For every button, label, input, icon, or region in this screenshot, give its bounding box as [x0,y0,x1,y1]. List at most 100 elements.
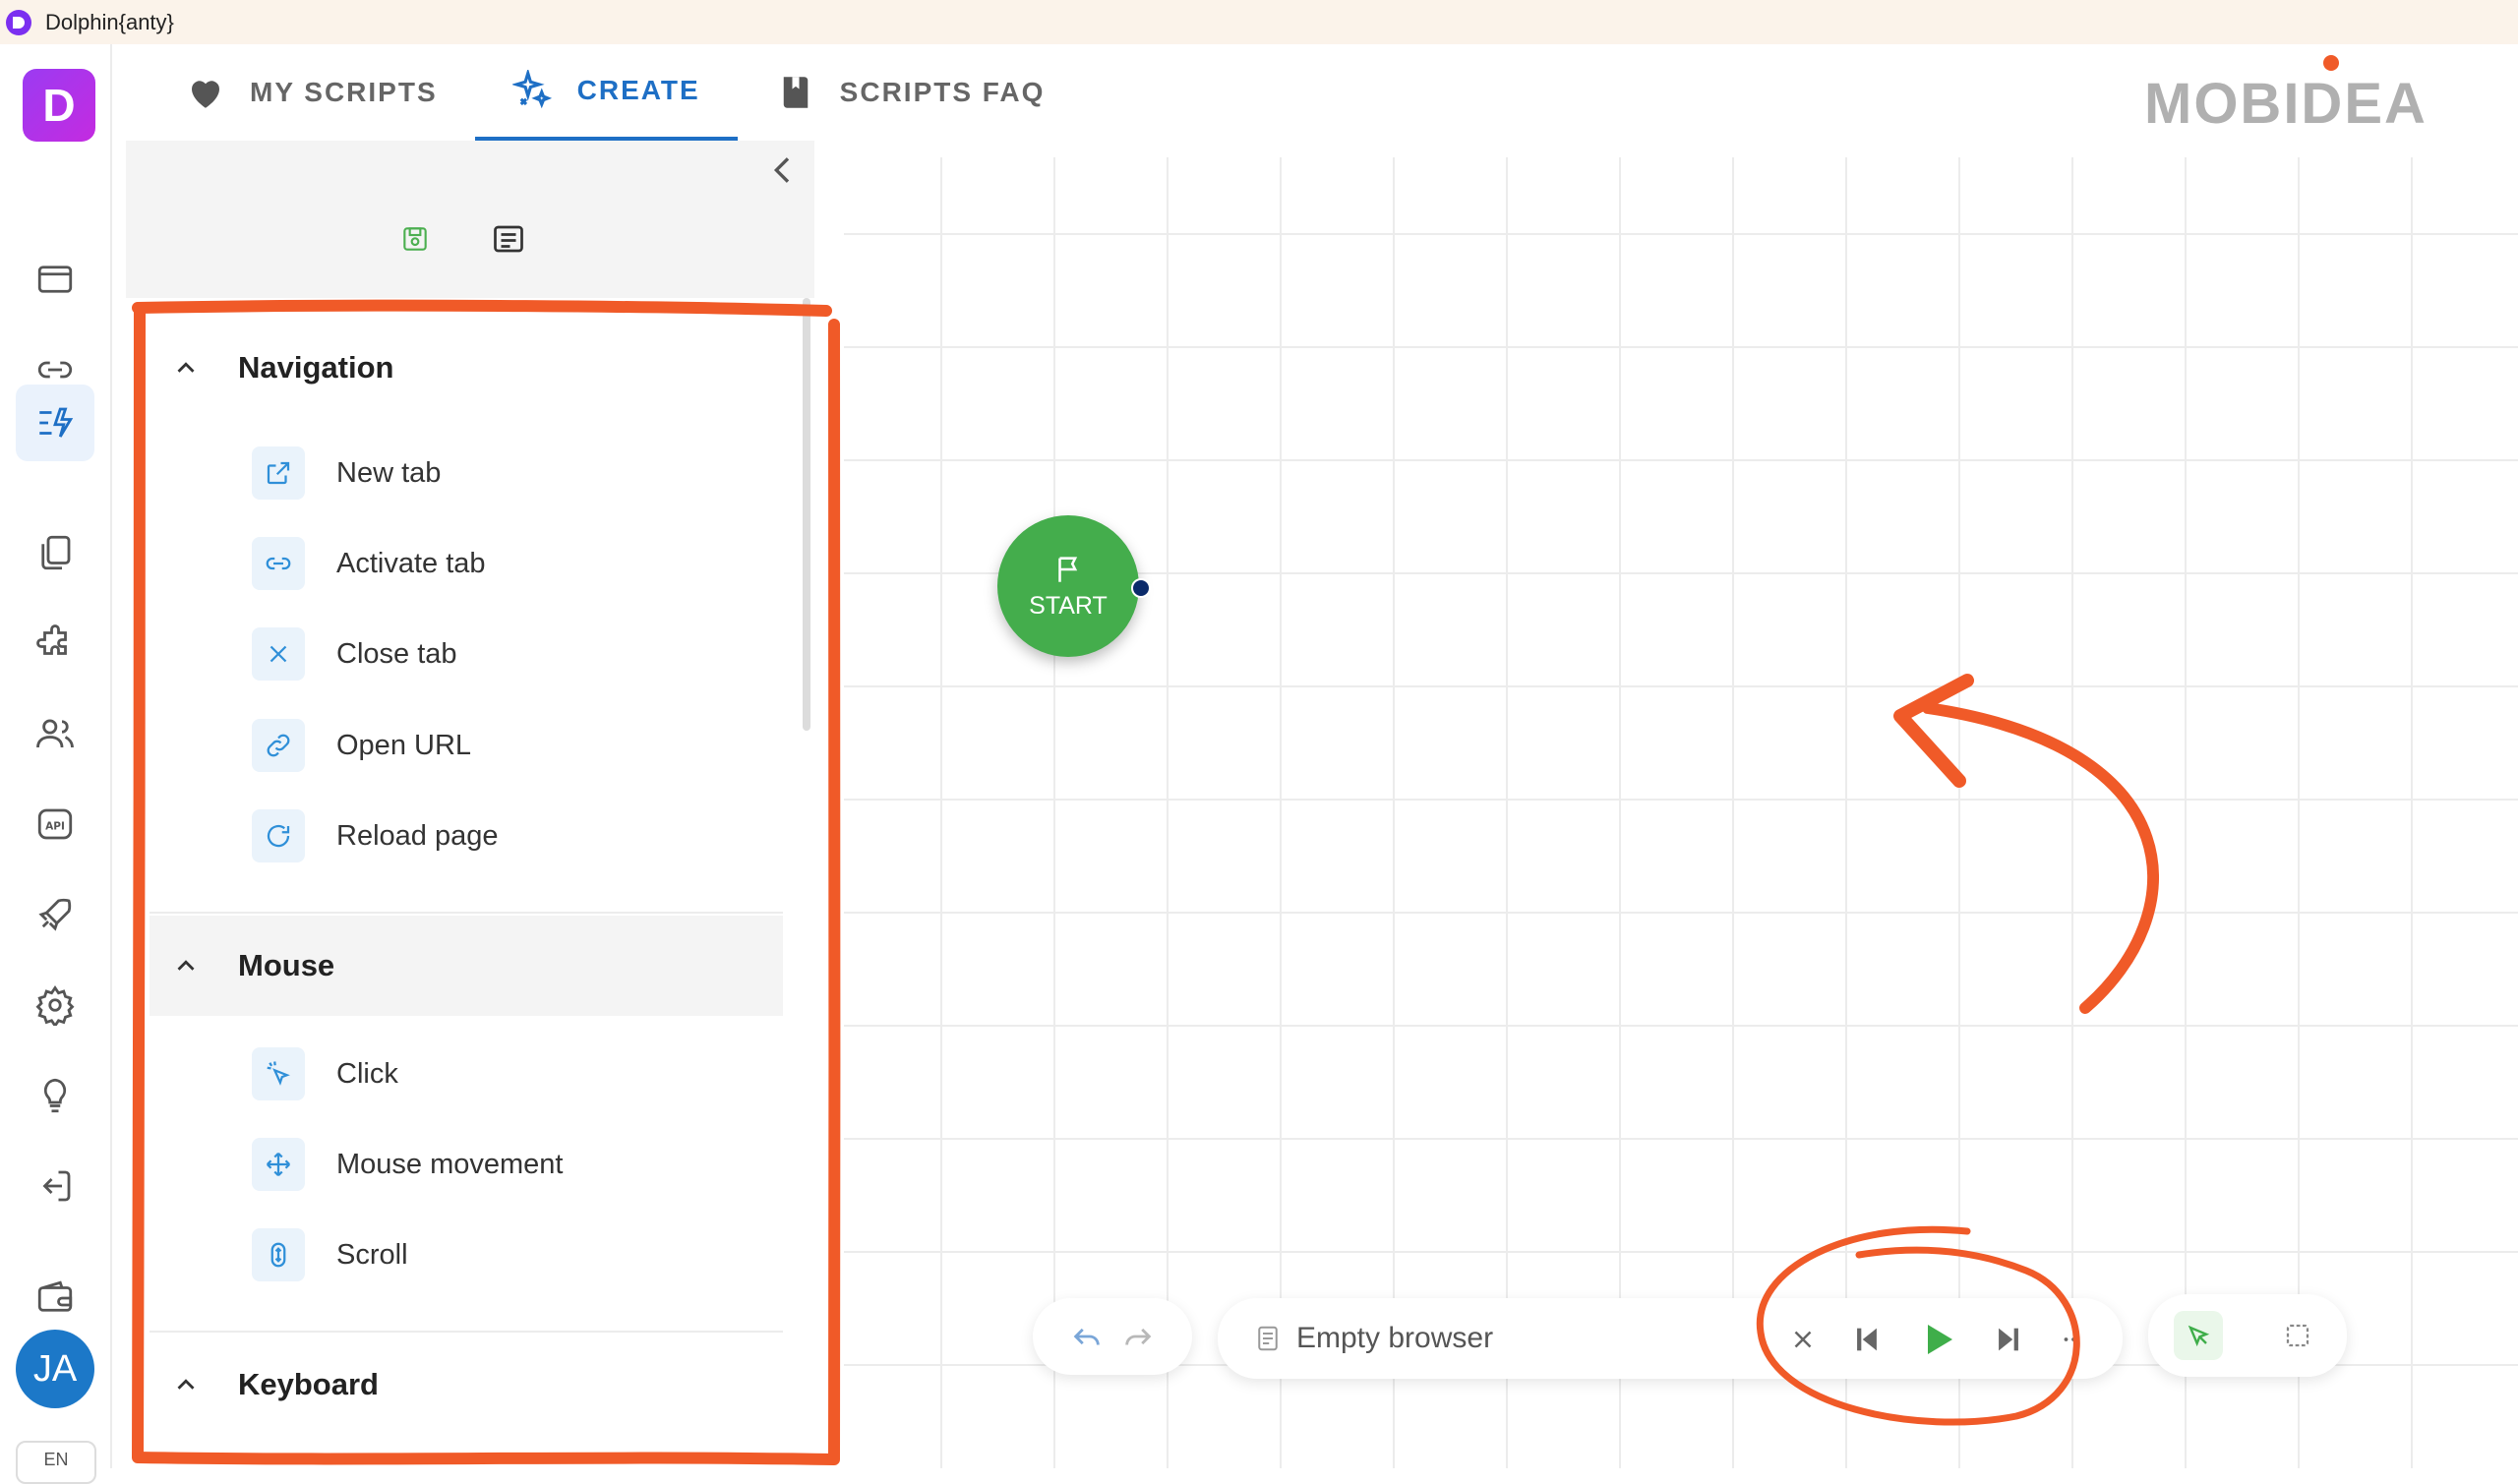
area-select-button[interactable] [2273,1311,2322,1360]
skip-forward-icon [1999,1328,2018,1351]
panel-toolbar [126,141,814,298]
block-label: New tab [336,456,442,489]
step-forward-button[interactable] [1989,1320,2028,1359]
block-scroll[interactable]: Scroll [252,1223,408,1286]
dolphin-logo-icon [6,9,31,35]
block-label: Close tab [336,637,457,670]
users-icon[interactable] [16,695,94,772]
save-button[interactable] [393,217,437,261]
brand-logo[interactable]: D [23,69,95,142]
collapse-panel-button[interactable] [763,150,803,190]
script-canvas[interactable] [844,157,2518,1468]
rocket-icon[interactable] [16,876,94,953]
block-close-tab[interactable]: Close tab [252,623,457,685]
block-label: Click [336,1057,398,1090]
wallet-icon[interactable] [16,1260,94,1336]
user-avatar[interactable]: JA [16,1330,94,1408]
skip-back-icon [1857,1328,1877,1351]
heart-icon [191,81,220,108]
puzzle-icon[interactable] [16,605,94,682]
mobidea-logo-dot [2323,55,2339,71]
browser-file-icon [1258,1326,1278,1351]
scroll-icon [252,1228,305,1281]
tab-my-scripts[interactable]: MY SCRIPTS [148,44,475,141]
chevron-left-icon [773,157,790,183]
redo-icon[interactable] [1121,1320,1155,1353]
tab-label: CREATE [576,75,700,105]
history-toolbar [1033,1298,1192,1375]
selection-toolbar [2148,1294,2347,1377]
section-navigation-header[interactable]: Navigation [150,318,783,418]
play-icon [1928,1325,1952,1354]
step-back-button[interactable] [1847,1320,1887,1359]
player-toolbar: Empty browser [1218,1298,2123,1379]
tab-scripts-faq[interactable]: SCRIPTS FAQ [738,44,1083,141]
start-node-output-port[interactable] [1131,578,1151,598]
close-icon [252,627,305,681]
api-icon[interactable]: API [16,786,94,862]
cursor-click-icon [252,1047,305,1100]
pointer-tool-button[interactable] [2173,1311,2223,1360]
close-icon [1794,1331,1812,1348]
browser-window-icon[interactable] [16,241,94,318]
chevron-up-icon [177,362,195,373]
chevron-up-icon [177,960,195,971]
block-label: Mouse movement [336,1148,564,1180]
tab-create[interactable]: CREATE [474,44,738,141]
start-node-label: START [1029,591,1108,620]
language-selector[interactable]: EN [16,1441,96,1484]
section-divider [150,1331,783,1333]
block-activate-tab[interactable]: Activate tab [252,532,486,595]
cursor-icon [2188,1325,2209,1347]
undo-icon[interactable] [1070,1320,1104,1353]
sparkles-icon [511,70,552,109]
new-tab-icon [252,446,305,500]
chevron-up-icon [177,1379,195,1390]
mobidea-logo: MOBIDEA [2144,72,2428,136]
tab-label: MY SCRIPTS [250,77,438,107]
block-mouse-movement[interactable]: Mouse movement [252,1133,564,1196]
tab-label: SCRIPTS FAQ [839,77,1046,107]
play-button[interactable] [1918,1320,1957,1359]
blocks-panel: Navigation New tab Activate tab Close ta… [126,141,814,1468]
chain-icon [252,719,305,772]
block-reload-page[interactable]: Reload page [252,804,498,867]
left-rail: D API JA EN [0,44,112,1484]
more-options-button[interactable] [2054,1320,2093,1359]
copy-icon[interactable] [16,514,94,591]
section-keyboard-header[interactable]: Keyboard [150,1335,783,1435]
block-new-tab[interactable]: New tab [252,442,441,505]
flag-icon [1058,556,1078,582]
document-icon [494,225,523,253]
section-divider [150,912,783,914]
block-label: Reload page [336,819,499,852]
logout-icon[interactable] [16,1148,94,1224]
settings-icon[interactable] [16,967,94,1043]
notes-button[interactable] [487,217,530,261]
section-title: Navigation [238,350,394,385]
more-dots-icon [2064,1337,2075,1341]
block-click[interactable]: Click [252,1042,398,1105]
link-icon [252,537,305,590]
top-tabs: MY SCRIPTS CREATE SCRIPTS FAQ [148,44,1082,141]
move-icon [252,1138,305,1191]
section-title: Mouse [238,948,335,982]
select-area-icon [2286,1324,2308,1347]
block-label: Open URL [336,729,472,761]
title-bar: Dolphin{anty} [0,0,2518,44]
panel-scrollbar[interactable] [803,298,810,731]
stop-button[interactable] [1783,1320,1823,1359]
block-open-url[interactable]: Open URL [252,714,471,777]
section-mouse-header[interactable]: Mouse [150,916,783,1016]
section-title: Keyboard [238,1367,379,1401]
reload-icon [252,809,305,862]
start-node[interactable]: START [997,515,1139,657]
scenario-icon[interactable] [16,385,94,461]
block-label: Activate tab [336,547,486,579]
svg-text:API: API [45,820,65,832]
block-label: Scroll [336,1238,408,1271]
lightbulb-icon[interactable] [16,1057,94,1134]
browser-selector[interactable]: Empty browser [1296,1322,1493,1355]
window-title: Dolphin{anty} [45,9,174,34]
book-icon [783,77,808,108]
